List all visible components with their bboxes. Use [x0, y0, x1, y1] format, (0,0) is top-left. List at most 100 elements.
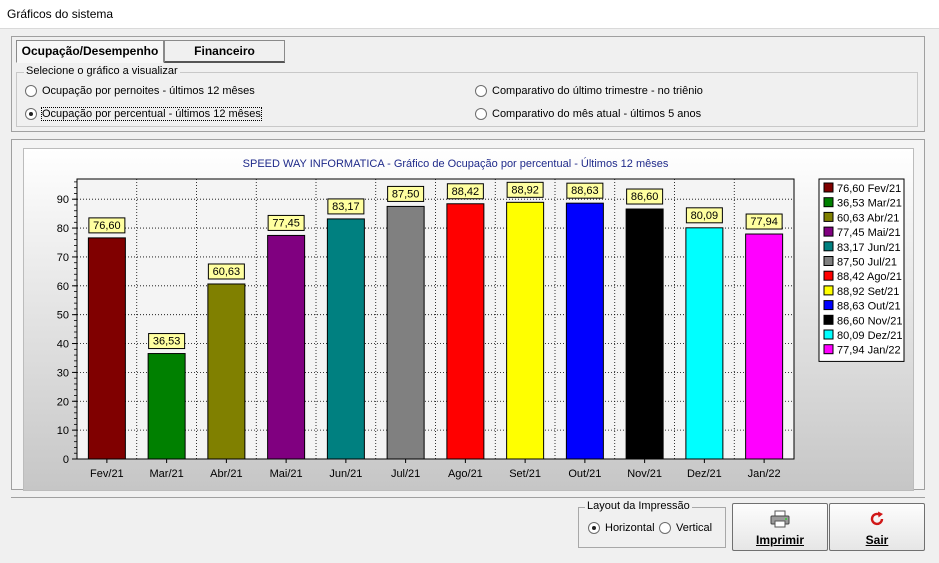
radio-vertical[interactable]: Vertical	[659, 522, 712, 534]
y-tick-label: 60	[57, 281, 69, 293]
bar-Abr/21	[207, 283, 246, 460]
occupancy-bar-chart: SPEED WAY INFORMATICA - Gráfico de Ocupa…	[57, 157, 905, 480]
radio-comparativo-mes-atual[interactable]: Comparativo do mês atual - últimos 5 ano…	[475, 108, 701, 120]
legend-entry: 36,53 Mar/21	[837, 198, 902, 210]
x-tick-label: Jan/22	[748, 468, 781, 480]
chart-selector-group: Selecione o gráfico a visualizar Ocupaçã…	[16, 65, 918, 127]
bar-Jan/22	[745, 233, 784, 460]
radio-comparativo-trimestre[interactable]: Comparativo do último trimestre - no tri…	[475, 85, 703, 97]
tab-financeiro[interactable]: Financeiro	[164, 40, 285, 63]
legend-swatch	[823, 270, 834, 281]
radio-label: Horizontal	[605, 522, 655, 534]
legend-swatch	[823, 344, 834, 355]
y-tick-label: 10	[57, 425, 69, 437]
radio-ocupacao-percentual[interactable]: Ocupação por percentual - últimos 12 mês…	[25, 107, 262, 121]
bar-Fev/21	[87, 237, 126, 460]
x-tick-label: Jun/21	[329, 468, 362, 480]
x-tick-label: Set/21	[509, 468, 541, 480]
legend-entry: 86,60 Nov/21	[837, 315, 902, 327]
radio-button[interactable]	[659, 522, 671, 534]
print-button[interactable]: Imprimir	[732, 503, 828, 551]
legend-swatch	[823, 314, 834, 325]
bar-Dez/21	[685, 227, 724, 460]
window-titlebar: Gráficos do sistema	[0, 0, 939, 29]
x-tick-label: Out/21	[568, 468, 601, 480]
legend-swatch	[823, 285, 834, 296]
data-label: 87,50	[392, 188, 420, 200]
y-tick-label: 50	[57, 310, 69, 322]
bar-Set/21	[506, 201, 545, 460]
legend-entry: 83,17 Jun/21	[837, 242, 901, 254]
legend-swatch	[823, 300, 834, 311]
radio-button-selected[interactable]	[25, 108, 37, 120]
radio-label: Ocupação por pernoites - últimos 12 mêse…	[42, 85, 255, 97]
radio-label: Comparativo do mês atual - últimos 5 ano…	[492, 108, 702, 120]
y-tick-label: 70	[57, 252, 69, 264]
legend-entry: 88,63 Out/21	[837, 301, 901, 313]
print-button-label: Imprimir	[755, 533, 804, 547]
legend-entry: 80,09 Dez/21	[837, 330, 902, 342]
chart-selector-legend: Selecione o gráfico a visualizar	[24, 65, 180, 77]
bar-Mar/21	[147, 353, 186, 460]
legend-swatch	[823, 197, 834, 208]
y-tick-label: 80	[57, 223, 69, 235]
y-tick-label: 0	[63, 454, 69, 466]
legend-entry: 77,45 Mai/21	[837, 227, 901, 239]
y-tick-label: 40	[57, 339, 69, 351]
y-tick-label: 20	[57, 396, 69, 408]
exit-button-label: Sair	[865, 533, 889, 547]
legend-entry: 77,94 Jan/22	[837, 345, 901, 357]
bar-Jun/21	[326, 218, 365, 460]
radio-ocupacao-pernoites[interactable]: Ocupação por pernoites - últimos 12 mêse…	[25, 85, 255, 97]
printer-icon	[733, 510, 827, 528]
radio-horizontal[interactable]: Horizontal	[588, 522, 655, 534]
legend-swatch	[823, 256, 834, 266]
tabs-container: Ocupação/Desempenho Financeiro Selecione…	[11, 36, 925, 132]
bar-Ago/21	[446, 203, 485, 460]
radio-label: Comparativo do último trimestre - no tri…	[492, 85, 703, 97]
legend-swatch	[823, 329, 834, 340]
y-tick-label: 30	[57, 367, 69, 379]
legend-entry: 87,50 Jul/21	[837, 257, 897, 269]
chart-title: SPEED WAY INFORMATICA - Gráfico de Ocupa…	[243, 157, 669, 170]
exit-button[interactable]: Sair	[829, 503, 925, 551]
radio-button[interactable]	[475, 108, 487, 120]
x-tick-label: Mar/21	[150, 468, 184, 480]
x-tick-label: Dez/21	[687, 468, 722, 480]
data-label: 86,60	[631, 191, 659, 203]
radio-button[interactable]	[475, 85, 487, 97]
data-label: 60,63	[213, 266, 241, 278]
radio-label: Vertical	[676, 522, 713, 534]
x-tick-label: Jul/21	[391, 468, 420, 480]
legend-swatch	[823, 182, 834, 193]
x-tick-label: Fev/21	[90, 468, 124, 480]
data-label: 88,92	[511, 184, 539, 196]
data-label: 80,09	[691, 210, 719, 222]
bar-Jul/21	[386, 205, 425, 460]
legend-entry: 76,60 Fev/21	[837, 183, 901, 195]
data-label: 36,53	[153, 336, 181, 348]
data-label: 88,63	[571, 185, 599, 197]
data-label: 83,17	[332, 201, 360, 213]
radio-button[interactable]	[25, 85, 37, 97]
x-tick-label: Nov/21	[627, 468, 662, 480]
data-label: 76,60	[93, 220, 121, 232]
refresh-exit-icon	[830, 510, 924, 528]
data-label: 77,45	[272, 217, 300, 229]
legend-swatch	[823, 211, 834, 222]
bar-Out/21	[565, 202, 604, 460]
bar-Nov/21	[625, 208, 664, 460]
radio-label: Ocupação por percentual - últimos 12 mês…	[41, 107, 262, 121]
data-label: 77,94	[750, 216, 778, 228]
x-tick-label: Ago/21	[448, 468, 483, 480]
x-tick-label: Mai/21	[270, 468, 303, 480]
legend-entry: 88,42 Ago/21	[837, 271, 902, 283]
data-label: 88,42	[452, 186, 480, 198]
legend-swatch	[823, 241, 834, 252]
legend-entry: 88,92 Set/21	[837, 286, 899, 298]
bar-Mai/21	[267, 234, 306, 460]
tab-ocupacao-desempenho[interactable]: Ocupação/Desempenho	[16, 40, 164, 63]
print-layout-group: Layout da Impressão Horizontal Vertical	[578, 500, 726, 548]
legend-entry: 60,63 Abr/21	[837, 212, 899, 224]
radio-button-selected[interactable]	[588, 522, 600, 534]
